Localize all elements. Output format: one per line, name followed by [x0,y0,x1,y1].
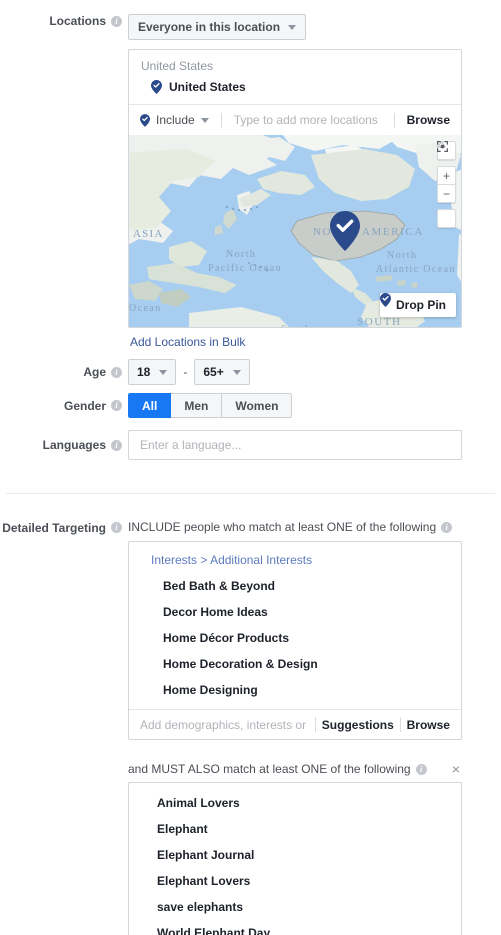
list-item[interactable]: World Elephant Day [129,920,461,935]
divider-vertical-4 [399,717,401,732]
chevron-down-icon [288,24,297,30]
locations-panel-row: United States United States Include Type… [0,49,501,351]
list-item[interactable]: Elephant Journal [129,842,461,868]
list-item[interactable]: Animal Lovers [129,790,461,816]
include-heading: INCLUDE people who match at least ONE of… [128,520,501,534]
age-label: Age [83,365,106,379]
info-icon-detailed-targeting[interactable]: i [111,522,122,533]
languages-input[interactable]: Enter a language... [128,430,462,460]
include-targeting-box: Interests > Additional Interests Bed Bat… [128,541,462,740]
must-also-heading: and MUST ALSO match at least ONE of the … [128,762,462,776]
drop-pin-label: Drop Pin [396,298,446,312]
selected-location-name: United States [169,80,246,94]
locations-panel-col: United States United States Include Type… [128,49,501,351]
languages-label: Languages [42,438,106,452]
info-icon-locations[interactable]: i [111,15,122,27]
location-search-input[interactable]: Type to add more locations [234,113,382,127]
info-icon-age[interactable]: i [111,366,122,378]
age-row: Age i 18 - 65+ [0,359,501,385]
list-item[interactable]: Home Designing [129,677,461,709]
map-pin-icon-include [140,113,150,127]
selected-location-item[interactable]: United States [129,77,461,104]
zoom-out-button[interactable]: − [437,184,456,203]
must-also-targeting-box: Animal Lovers Elephant Elephant Journal … [128,782,462,935]
locations-control-col: Everyone in this location [128,14,501,40]
fullscreen-icon[interactable] [437,141,456,228]
list-item[interactable]: Elephant [129,816,461,842]
breadcrumb-separator: > [200,553,208,567]
age-separator: - [183,365,188,379]
zoom-controls: + − [437,166,456,203]
locations-label-col: Locations i [0,14,128,28]
list-item[interactable]: Decor Home Ideas [129,599,461,625]
detailed-targeting-label-col: Detailed Targeting i [0,520,128,535]
languages-row: Languages i Enter a language... [0,430,501,460]
facebook-ads-targeting-panel: Locations i Everyone in this location Un… [0,0,501,935]
gender-option-women[interactable]: Women [222,393,293,418]
detailed-targeting-label: Detailed Targeting [2,520,106,535]
info-icon-must-also[interactable]: i [415,763,427,775]
locations-label: Locations [49,14,106,28]
include-heading-text: INCLUDE people who match at least ONE of… [128,520,437,534]
gender-option-all[interactable]: All [128,393,172,418]
include-search-input[interactable]: Add demographics, interests or beha... [140,718,309,732]
info-icon-languages[interactable]: i [111,439,122,451]
age-min-value: 18 [137,365,151,379]
zoom-in-button[interactable]: + [437,166,456,185]
gender-label-col: Gender i [0,393,128,418]
locations-row: Locations i Everyone in this location [0,0,501,40]
drop-pin-button[interactable]: Drop Pin [380,293,456,317]
section-divider [6,493,495,494]
include-box-footer: Add demographics, interests or beha... S… [129,709,461,739]
divider-vertical-3 [314,717,316,732]
gender-option-men[interactable]: Men [171,393,223,418]
list-item[interactable]: Home Decoration & Design [129,651,461,677]
detailed-targeting-row: Detailed Targeting i INCLUDE people who … [0,520,501,935]
list-item[interactable]: Home Décor Products [129,625,461,651]
languages-control-col: Enter a language... [128,430,501,460]
locations-browse-button[interactable]: Browse [407,113,450,127]
age-label-col: Age i [0,359,128,385]
location-scope-dropdown[interactable]: Everyone in this location [128,14,307,40]
gender-segmented-control: All Men Women [128,393,293,418]
include-browse-button[interactable]: Browse [407,718,450,732]
include-dropdown-value[interactable]: Include [156,113,195,127]
divider-vertical [220,112,222,128]
chevron-down-icon-include[interactable] [200,117,209,123]
map-pin-icon [151,80,162,94]
languages-label-col: Languages i [0,430,128,460]
list-item[interactable]: save elephants [129,894,461,920]
age-max-dropdown[interactable]: 65+ [194,359,250,385]
divider-vertical-2 [393,112,395,128]
info-icon-gender[interactable]: i [111,400,122,411]
list-item[interactable]: Bed Bath & Beyond [129,573,461,599]
gender-control-col: All Men Women [128,393,501,418]
list-item[interactable]: Elephant Lovers [129,868,461,894]
age-max-value: 65+ [203,365,224,379]
must-also-heading-text: and MUST ALSO match at least ONE of the … [128,762,411,776]
map-controls: + − [437,141,456,228]
location-include-bar: Include Type to add more locations Brows… [129,105,461,135]
languages-placeholder: Enter a language... [140,438,242,452]
breadcrumb-leaf[interactable]: Additional Interests [210,553,312,567]
gender-row: Gender i All Men Women [0,393,501,418]
gender-label: Gender [63,398,106,413]
locations-panel: United States United States Include Type… [128,49,462,328]
age-min-dropdown[interactable]: 18 [128,359,177,385]
close-icon[interactable]: × [450,762,462,776]
chevron-down-icon-age-min [159,369,168,375]
targeting-breadcrumb: Interests > Additional Interests [129,542,461,573]
age-range: 18 - 65+ [128,359,501,385]
add-locations-in-bulk-link[interactable]: Add Locations in Bulk [130,335,245,349]
info-icon-include[interactable]: i [441,521,453,533]
location-scope-value: Everyone in this location [138,20,281,34]
detailed-targeting-control-col: INCLUDE people who match at least ONE of… [128,520,501,935]
location-group-title: United States [141,59,214,73]
location-map[interactable]: ASIA NORTH AMERICA North Pacific Ocean North… [129,135,461,327]
age-control-col: 18 - 65+ [128,359,501,385]
include-suggestions-button[interactable]: Suggestions [322,718,394,732]
chevron-down-icon-age-max [232,369,241,375]
breadcrumb-root[interactable]: Interests [151,553,197,567]
